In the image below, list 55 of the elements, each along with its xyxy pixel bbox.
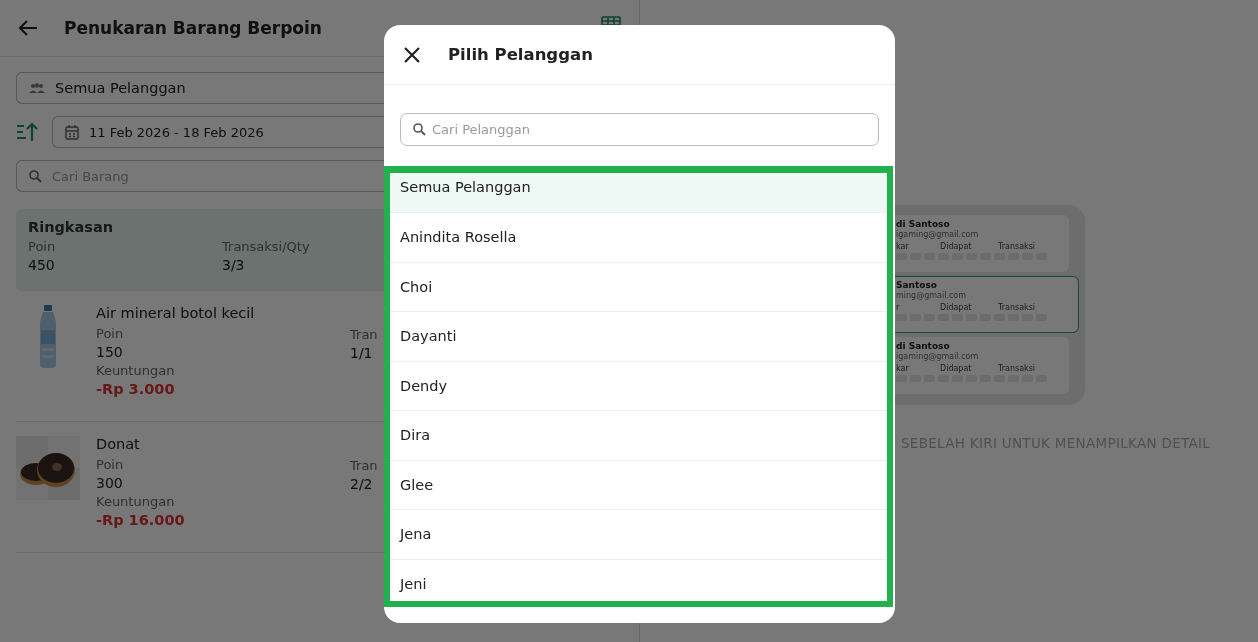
- spreadsheet-icon[interactable]: [601, 16, 621, 26]
- stat-label: Poin: [28, 239, 57, 254]
- calendar-icon: [65, 124, 79, 140]
- points-value: 150: [96, 344, 124, 360]
- card-email: ming@gmail.com: [896, 291, 967, 300]
- customer-option[interactable]: Semua Pelanggan: [390, 173, 887, 213]
- profit-value: -Rp 16.000: [96, 512, 185, 528]
- search-icon: [29, 169, 42, 183]
- column-label: Tran: [350, 458, 379, 473]
- points-value: 300: [96, 475, 124, 491]
- card-label: Didapat: [940, 242, 973, 251]
- card-label: kar: [896, 242, 910, 251]
- card-label: Transaksi: [998, 364, 1037, 373]
- card-name: di Santoso: [896, 341, 951, 351]
- customer-filter-value: Semua Pelanggan: [55, 80, 186, 96]
- customer-search-field[interactable]: Cari Pelanggan: [400, 113, 879, 146]
- reward-item[interactable]: Donat Poin 300 Keuntungan -Rp 16.000 Tran 2/2: [16, 422, 384, 553]
- card-email: igaming@gmail.com: [896, 352, 980, 361]
- card-label: r: [896, 303, 901, 312]
- date-range-field[interactable]: 11 Feb 2026 - 18 Feb 2026: [52, 116, 384, 148]
- card-label: Didapat: [940, 364, 973, 373]
- profit-label: Keuntungan: [96, 363, 176, 378]
- sort-icon[interactable]: [16, 122, 38, 142]
- stat-label: Transaksi/Qty: [222, 239, 311, 254]
- item-name: Air mineral botol kecil: [96, 305, 255, 321]
- date-range-value: 11 Feb 2026 - 18 Feb 2026: [89, 124, 264, 140]
- placeholder-bar: [896, 314, 907, 321]
- search-icon: [413, 123, 426, 136]
- profit-label: Keuntungan: [96, 494, 176, 509]
- card-email: igaming@gmail.com: [896, 230, 980, 239]
- customer-filter[interactable]: Semua Pelanggan: [16, 72, 384, 104]
- card-label: Transaksi: [998, 303, 1037, 312]
- back-arrow-icon[interactable]: [18, 19, 38, 37]
- points-label: Poin: [96, 326, 125, 341]
- column-value: 1/1: [350, 345, 374, 361]
- page-title: Penukaran Barang Berpoin: [64, 18, 323, 38]
- stat-value: 3/3: [222, 257, 246, 273]
- placeholder-bar: [896, 375, 907, 382]
- item-name: Donat: [96, 436, 141, 452]
- column-label: Tran: [350, 327, 379, 342]
- dialog-title: Pilih Pelanggan: [448, 45, 593, 64]
- column-value: 2/2: [350, 476, 374, 492]
- profit-value: -Rp 3.000: [96, 381, 176, 397]
- close-button[interactable]: [402, 44, 422, 65]
- reward-item[interactable]: Air mineral botol kecil Poin 150 Keuntungan -Rp 3.000 Tran 1/1: [16, 291, 384, 422]
- card-name: di Santoso: [896, 219, 951, 229]
- card-label: Transaksi: [998, 242, 1037, 251]
- placeholder-bar: [896, 253, 907, 260]
- stat-value: 450: [28, 257, 56, 273]
- card-label: kar: [896, 364, 910, 373]
- card-name: Santoso: [896, 280, 938, 290]
- card-label: Didapat: [940, 303, 973, 312]
- summary-title: Ringkasan: [28, 219, 114, 235]
- people-icon: [29, 83, 45, 93]
- points-label: Poin: [96, 457, 125, 472]
